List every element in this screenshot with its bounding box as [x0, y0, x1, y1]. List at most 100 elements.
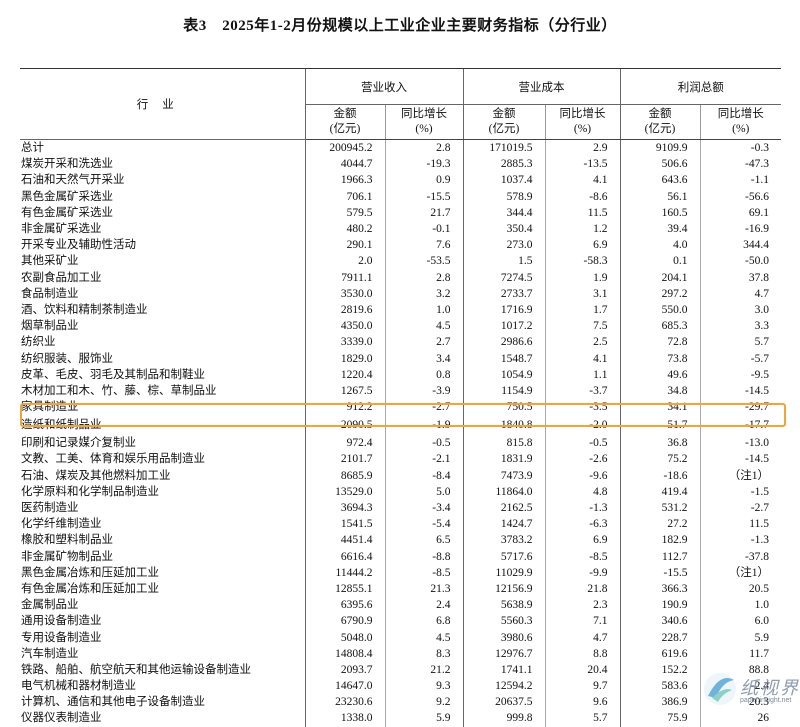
amount-cell: -18.6	[619, 467, 700, 484]
growth-cell: -58.3	[544, 253, 620, 270]
growth-cell: 2.9	[544, 139, 620, 157]
growth-cell: 2.7	[384, 334, 463, 351]
amount-cell: 190.9	[619, 597, 700, 614]
watermark-url: paper.insight.net	[740, 697, 792, 704]
table-row: 煤炭开采和洗选业 4044.7 -19.3 2885.3 -13.5 506.6 -47.3	[20, 156, 781, 173]
growth-cell: -9.9	[544, 564, 620, 581]
industry-cell: 非金属矿采选业	[21, 223, 102, 236]
amount-cell: 4044.7	[304, 156, 385, 173]
amount-cell: 36.8	[619, 435, 700, 452]
growth-cell: -0.1	[384, 220, 463, 238]
growth-cell: 37.8	[699, 269, 781, 286]
table-row: 橡胶和塑料制品业 4451.4 6.5 3783.2 6.9 182.9 -1.3	[20, 532, 781, 549]
growth-cell: 1.0	[699, 597, 781, 614]
growth-cell: 3.3	[699, 318, 781, 335]
amount-cell: 152.2	[619, 661, 700, 678]
amount-cell: 5717.6	[462, 548, 545, 565]
table-row: 黑色金属冶炼和压延加工业 11444.2 -8.5 11029.9 -9.9 -15.5 （…	[20, 564, 781, 581]
growth-cell: -50.0	[699, 253, 781, 270]
growth-cell: 4.5	[384, 629, 463, 646]
table-row: 皮革、毛皮、羽毛及其制品和制鞋业 1220.4 0.8 1054.9 1.1 49.6 -9…	[20, 366, 781, 383]
industry-cell: 总计	[21, 142, 44, 155]
growth-cell: 1.2	[544, 220, 620, 238]
revenue-growth-header: 同比增长 (%)	[384, 104, 463, 140]
industry-cell: 纺织服装、服饰业	[21, 352, 113, 365]
amount-cell: 3694.3	[304, 499, 385, 517]
growth-cell: 2.8	[384, 269, 463, 286]
amount-cell: 27.2	[619, 516, 700, 533]
industry-cell: 仪器仪表制造业	[21, 712, 102, 725]
amount-cell: 1054.9	[462, 366, 545, 383]
growth-cell: -14.5	[699, 382, 781, 399]
table-row: 电气机械和器材制造业 14647.0 9.3 12594.2 9.7 583.6 -2.4	[20, 678, 781, 695]
amount-cell: 340.6	[619, 613, 700, 630]
amount-cell: 1716.9	[462, 301, 545, 319]
table-row: 金属制品业 6395.6 2.4 5638.9 2.3 190.9 1.0	[20, 597, 781, 614]
amount-cell: 49.6	[619, 366, 700, 383]
amount-cell: 11444.2	[304, 564, 385, 581]
amount-cell: 2.0	[304, 253, 385, 270]
growth-cell: 7.5	[544, 318, 620, 335]
growth-cell: -8.6	[544, 188, 620, 205]
growth-cell: 26	[699, 710, 781, 727]
amount-cell: 75.9	[619, 710, 700, 727]
growth-cell: -15.5	[384, 188, 463, 205]
table-row: 有色金属冶炼和压延加工业 12855.1 21.3 12156.9 21.8 366.3 2…	[20, 580, 781, 598]
amount-cell: 815.8	[462, 435, 545, 452]
industry-cell: 有色金属矿采选业	[21, 206, 113, 219]
cost-growth-header: 同比增长 (%)	[544, 104, 620, 140]
growth-cell: 5.7	[544, 710, 620, 727]
growth-cell: 1.7	[544, 301, 620, 319]
amount-cell: 1037.4	[462, 172, 545, 189]
amount-cell: 34.8	[619, 382, 700, 399]
growth-cell: 3.4	[384, 350, 463, 367]
growth-cell: -19.3	[384, 156, 463, 173]
profit-growth-header: 同比增长 (%)	[699, 104, 781, 140]
growth-cell: 344.4	[699, 237, 781, 254]
amount-cell: 0.1	[619, 253, 700, 270]
amount-cell: 2986.6	[462, 334, 545, 351]
table-row: 纺织业 3339.0 2.7 2986.6 2.5 72.8 5.7	[20, 334, 781, 351]
amount-cell: 12156.9	[462, 580, 545, 598]
growth-cell: -9.5	[699, 366, 781, 383]
table-row: 计算机、通信和其他电子设备制造业 23230.6 9.2 20637.5 9.6 386.…	[20, 694, 781, 711]
amount-cell: -15.5	[619, 564, 700, 581]
amount-cell: 72.8	[619, 334, 700, 351]
growth-cell: -8.5	[544, 548, 620, 565]
growth-cell: 2.8	[384, 139, 463, 157]
growth-cell: 3.0	[699, 301, 781, 319]
industry-cell: 文教、工美、体育和娱乐用品制造业	[21, 453, 205, 466]
amount-cell: 11029.9	[462, 564, 545, 581]
growth-cell: -2.6	[544, 451, 620, 468]
growth-cell: 7.1	[544, 613, 620, 630]
growth-cell: 5.0	[384, 483, 463, 500]
growth-cell: -37.8	[699, 548, 781, 565]
table-row: 烟草制品业 4350.0 4.5 1017.2 7.5 685.3 3.3	[20, 318, 781, 335]
amount-cell: 8685.9	[304, 467, 385, 484]
growth-cell: 1.0	[384, 301, 463, 319]
amount-cell: 56.1	[619, 188, 700, 205]
amount-cell: 350.4	[462, 220, 545, 238]
amount-cell: 999.8	[462, 710, 545, 727]
industry-cell: 酒、饮料和精制茶制造业	[21, 303, 148, 316]
amount-cell: 685.3	[619, 318, 700, 335]
growth-cell: 21.7	[384, 204, 463, 221]
table-row: 食品制造业 3530.0 3.2 2733.7 3.1 297.2 4.7	[20, 285, 781, 302]
table-row: 木材加工和木、竹、藤、棕、草制品业 1267.5 -3.9 1154.9 -3.7 34.…	[20, 382, 781, 399]
amount-cell: 366.3	[619, 580, 700, 598]
growth-cell: 0.9	[384, 172, 463, 189]
amount-cell: 2885.3	[462, 156, 545, 173]
amount-cell: 1424.7	[462, 516, 545, 533]
table-row: 开采专业及辅助性活动 290.1 7.6 273.0 6.9 4.0 344.4	[20, 237, 781, 254]
amount-cell: 20637.5	[462, 694, 545, 711]
amount-cell: 12976.7	[462, 645, 545, 662]
amount-cell: 2093.7	[304, 661, 385, 678]
growth-cell: 8.8	[544, 645, 620, 662]
growth-cell: 21.2	[384, 661, 463, 678]
amount-cell: 14808.4	[304, 645, 385, 662]
industry-cell: 铁路、船舶、航空航天和其他运输设备制造业	[21, 663, 251, 676]
amount-cell: 182.9	[619, 532, 700, 549]
industry-cell: 通用设备制造业	[21, 615, 102, 628]
amount-cell: 12594.2	[462, 678, 545, 695]
amount-cell: 13529.0	[304, 483, 385, 500]
